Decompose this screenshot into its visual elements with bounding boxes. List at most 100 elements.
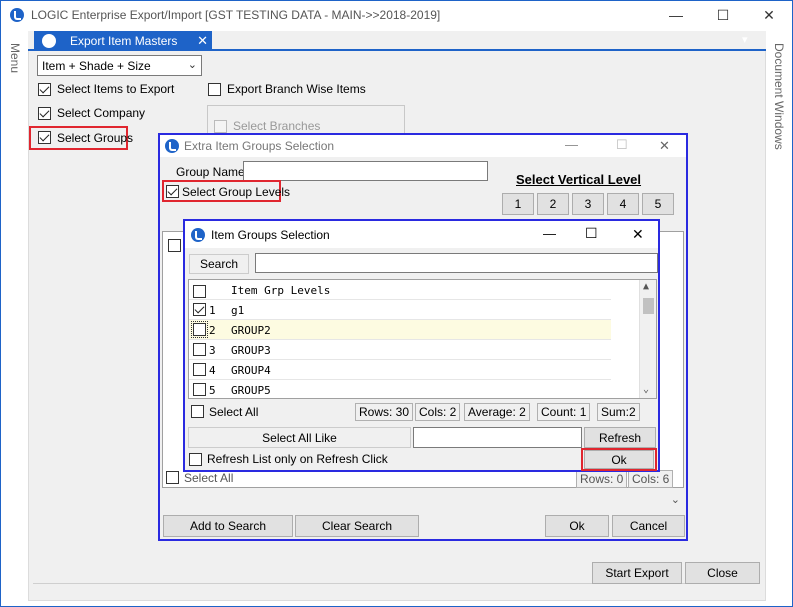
status-average: Average: 2 <box>464 403 530 421</box>
group-name-input[interactable] <box>243 161 488 181</box>
groups-grid[interactable]: Item Grp Levels 1 g1 2 GROUP2 3 GROUP3 4… <box>188 279 657 399</box>
extra-collapse-strip[interactable]: ⌄ <box>162 492 684 510</box>
row-checkbox[interactable] <box>193 303 206 316</box>
table-row[interactable]: 2 GROUP2 <box>189 320 611 340</box>
tab-export-item-masters[interactable]: Export Item Masters ✕ <box>34 31 212 51</box>
table-row[interactable]: 4 GROUP4 <box>189 360 611 380</box>
close-tab-icon[interactable]: ✕ <box>197 33 208 49</box>
clear-search-button[interactable]: Clear Search <box>295 515 419 537</box>
scroll-up-icon[interactable]: ▲ <box>643 281 649 292</box>
level-2-button[interactable]: 2 <box>537 193 569 215</box>
level-4-button[interactable]: 4 <box>607 193 639 215</box>
select-branches-label: Select Branches <box>233 119 321 133</box>
extra-grid-header-checkbox[interactable] <box>168 239 181 252</box>
select-company-checkbox[interactable] <box>38 107 51 120</box>
grid-header-row: Item Grp Levels <box>189 280 611 300</box>
scroll-down-icon[interactable]: ⌄ <box>643 384 649 395</box>
extra-maximize-button[interactable]: ☐ <box>616 137 628 153</box>
groups-select-all-checkbox[interactable] <box>191 405 204 418</box>
status-rows: Rows: 30 <box>355 403 414 421</box>
row-number: 1 <box>209 304 216 317</box>
table-row[interactable]: 5 GROUP5 <box>189 380 611 398</box>
export-branch-label: Export Branch Wise Items <box>227 82 366 96</box>
left-menu-panel[interactable]: Menu <box>1 31 28 601</box>
row-number: 5 <box>209 384 216 397</box>
select-items-label: Select Items to Export <box>57 82 175 96</box>
level-5-button[interactable]: 5 <box>642 193 674 215</box>
select-groups-checkbox[interactable] <box>38 131 51 144</box>
groups-minimize-button[interactable]: — <box>543 226 556 241</box>
item-type-value: Item + Shade + Size <box>42 59 151 73</box>
row-number: 4 <box>209 364 216 377</box>
row-name: GROUP2 <box>231 324 271 337</box>
menu-label[interactable]: Menu <box>8 43 22 73</box>
dialog-logo-icon <box>165 139 179 153</box>
status-count: Count: 1 <box>537 403 591 421</box>
start-export-button[interactable]: Start Export <box>592 562 682 584</box>
row-checkbox[interactable] <box>191 321 208 338</box>
status-sum: Sum:2 <box>597 403 640 421</box>
row-name: GROUP5 <box>231 384 271 397</box>
select-company-label: Select Company <box>57 106 146 120</box>
window-title: LOGIC Enterprise Export/Import [GST TEST… <box>31 8 441 22</box>
select-all-like-input[interactable] <box>413 427 582 448</box>
export-branch-checkbox[interactable] <box>208 83 221 96</box>
tab-dropdown-icon[interactable]: ▾ <box>742 33 748 46</box>
groups-maximize-button[interactable]: ☐ <box>585 225 598 242</box>
groups-dialog-titlebar: Item Groups Selection — ☐ ✕ <box>185 221 658 248</box>
level-1-button[interactable]: 1 <box>502 193 534 215</box>
header-checkbox[interactable] <box>193 285 206 298</box>
document-windows-label[interactable]: Document Windows <box>772 43 786 150</box>
document-windows-panel[interactable]: Document Windows <box>766 31 792 601</box>
close-button[interactable]: Close <box>685 562 760 584</box>
extra-status-cols: Cols: 6 <box>628 470 674 488</box>
groups-dialog-title: Item Groups Selection <box>211 228 330 242</box>
row-name: g1 <box>231 304 245 317</box>
select-items-checkbox[interactable] <box>38 83 51 96</box>
extra-dialog-title: Extra Item Groups Selection <box>184 139 335 153</box>
select-group-levels-checkbox[interactable] <box>166 185 179 198</box>
app-logo-icon <box>10 8 24 22</box>
minimize-button[interactable]: — <box>661 1 691 31</box>
search-input[interactable] <box>255 253 658 273</box>
extra-cancel-button[interactable]: Cancel <box>612 515 685 537</box>
title-bar: LOGIC Enterprise Export/Import [GST TEST… <box>1 1 792 31</box>
scroll-thumb[interactable] <box>643 298 654 314</box>
row-name: GROUP3 <box>231 344 271 357</box>
search-label: Search <box>189 254 249 274</box>
row-checkbox[interactable] <box>193 383 206 396</box>
select-branches-checkbox[interactable] <box>214 120 227 133</box>
collapse-chevron-icon[interactable]: ⌄ <box>671 493 680 506</box>
table-row[interactable]: 1 g1 <box>189 300 611 320</box>
item-groups-dialog: Item Groups Selection — ☐ ✕ Search Item … <box>183 219 660 472</box>
extra-ok-button[interactable]: Ok <box>545 515 609 537</box>
select-group-levels-label: Select Group Levels <box>182 185 291 199</box>
row-number: 2 <box>209 324 216 337</box>
extra-close-button[interactable]: ✕ <box>659 138 670 154</box>
grid-header-label: Item Grp Levels <box>231 284 331 297</box>
row-checkbox[interactable] <box>193 343 206 356</box>
select-all-like-label: Select All Like <box>188 427 411 448</box>
groups-ok-button[interactable]: Ok <box>584 450 654 469</box>
groups-close-button[interactable]: ✕ <box>632 226 644 243</box>
select-groups-label: Select Groups <box>57 131 134 145</box>
level-3-button[interactable]: 3 <box>572 193 604 215</box>
item-type-select[interactable]: Item + Shade + Size ⌄ <box>37 55 202 76</box>
chevron-down-icon: ⌄ <box>187 59 197 71</box>
grid-scrollbar[interactable]: ▲ ⌄ <box>639 280 656 398</box>
row-name: GROUP4 <box>231 364 271 377</box>
table-row[interactable]: 3 GROUP3 <box>189 340 611 360</box>
refresh-only-checkbox[interactable] <box>189 453 202 466</box>
add-to-search-button[interactable]: Add to Search <box>163 515 293 537</box>
status-cols: Cols: 2 <box>415 403 461 421</box>
groups-select-all-label: Select All <box>209 405 259 419</box>
refresh-button[interactable]: Refresh <box>584 427 656 448</box>
extra-dialog-titlebar: Extra Item Groups Selection — ☐ ✕ <box>160 135 686 157</box>
extra-select-all-checkbox[interactable] <box>166 471 179 484</box>
close-window-button[interactable]: ✕ <box>754 1 784 31</box>
maximize-button[interactable]: ☐ <box>708 1 738 31</box>
groups-dialog-logo-icon <box>191 228 205 242</box>
row-checkbox[interactable] <box>193 363 206 376</box>
extra-minimize-button[interactable]: — <box>565 137 578 152</box>
group-name-label: Group Name <box>176 165 245 179</box>
